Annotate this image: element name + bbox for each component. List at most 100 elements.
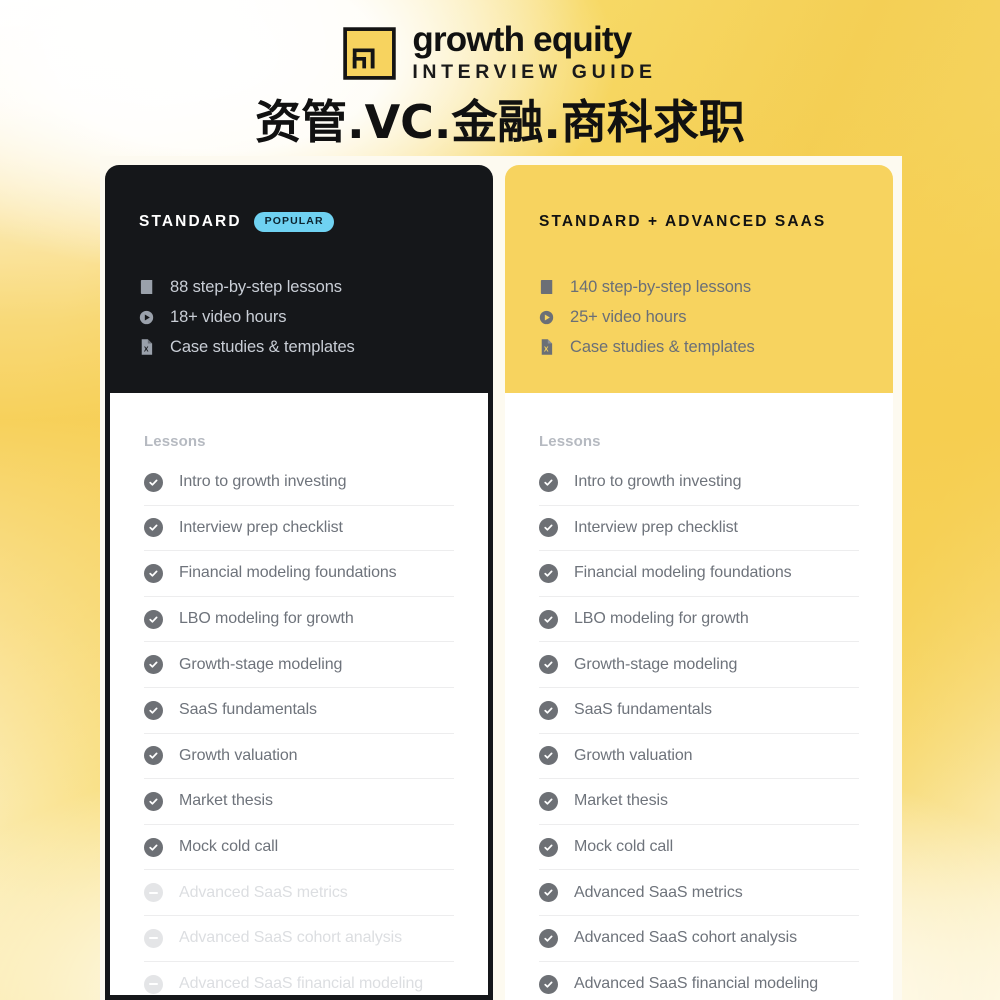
page-root: growth equity INTERVIEW GUIDE 资管.VC.金融.商… xyxy=(0,0,1000,1000)
lesson-row: Advanced SaaS metrics xyxy=(144,870,454,916)
lesson-label: Mock cold call xyxy=(179,838,279,856)
check-circle-icon xyxy=(539,609,558,629)
minus-circle-icon xyxy=(144,928,163,948)
lesson-label: Growth valuation xyxy=(574,746,693,764)
feature-row: 140 step-by-step lessons xyxy=(539,276,859,298)
check-circle-icon xyxy=(539,746,558,766)
lesson-label: Growth valuation xyxy=(179,746,298,764)
brand-wordmark: growth equity INTERVIEW GUIDE xyxy=(412,22,656,84)
check-circle-icon xyxy=(144,472,163,492)
lesson-label: Advanced SaaS financial modeling xyxy=(574,975,819,993)
lesson-row: SaaS fundamentals xyxy=(144,688,454,734)
brand-subtitle: INTERVIEW GUIDE xyxy=(412,61,657,83)
lesson-row: Growth-stage modeling xyxy=(144,642,454,688)
book-icon xyxy=(139,279,154,296)
lesson-row: Financial modeling foundations xyxy=(539,551,859,597)
lesson-label: LBO modeling for growth xyxy=(179,610,354,628)
spreadsheet-icon: X xyxy=(539,339,554,356)
check-circle-icon xyxy=(539,563,558,583)
minus-glyph xyxy=(149,983,158,986)
lesson-label: Market thesis xyxy=(574,792,668,810)
feature-label: 25+ video hours xyxy=(570,307,687,326)
feature-row: 18+ video hours xyxy=(139,306,459,328)
lessons-section-label: Lessons xyxy=(539,433,601,450)
plan-name-standard: STANDARD xyxy=(139,213,242,230)
lesson-label: Intro to growth investing xyxy=(574,473,742,491)
check-circle-icon xyxy=(144,791,163,811)
feature-label: 18+ video hours xyxy=(170,307,287,326)
check-circle-icon xyxy=(144,837,163,857)
lesson-row: Growth-stage modeling xyxy=(539,642,859,688)
lesson-label: Advanced SaaS financial modeling xyxy=(179,975,424,993)
check-circle-icon xyxy=(539,518,558,538)
check-circle-icon xyxy=(144,609,163,629)
plan-name-standard-advanced-saas: STANDARD + ADVANCED SAAS xyxy=(539,213,827,230)
lesson-row: Interview prep checklist xyxy=(539,506,859,552)
lesson-row: Advanced SaaS financial modeling xyxy=(539,962,859,1000)
lesson-label: Market thesis xyxy=(179,792,273,810)
check-circle-icon xyxy=(144,746,163,766)
lesson-label: SaaS fundamentals xyxy=(179,701,317,719)
check-circle-icon xyxy=(144,700,163,720)
feature-label: Case studies & templates xyxy=(170,337,355,356)
lesson-label: Interview prep checklist xyxy=(179,518,343,536)
lesson-row: Intro to growth investing xyxy=(539,460,859,506)
svg-text:X: X xyxy=(544,347,549,354)
lesson-row: Advanced SaaS cohort analysis xyxy=(144,916,454,962)
lesson-label: LBO modeling for growth xyxy=(574,610,749,628)
feature-row: X Case studies & templates xyxy=(539,336,859,358)
page-headline: 资管.VC.金融.商科求职 xyxy=(255,95,745,149)
lesson-row: Advanced SaaS financial modeling xyxy=(144,962,454,1000)
play-circle-icon xyxy=(539,309,554,326)
lesson-label: Financial modeling foundations xyxy=(574,564,792,582)
check-circle-icon xyxy=(144,518,163,538)
lessons-section-label: Lessons xyxy=(144,433,206,450)
plan-features-standard: 88 step-by-step lessons 18+ video hours … xyxy=(139,276,459,358)
feature-label: 88 step-by-step lessons xyxy=(170,277,342,296)
lesson-label: Growth-stage modeling xyxy=(574,655,738,673)
lesson-row: LBO modeling for growth xyxy=(144,597,454,643)
lesson-row: Market thesis xyxy=(144,779,454,825)
lesson-row: SaaS fundamentals xyxy=(539,688,859,734)
lesson-row: Interview prep checklist xyxy=(144,506,454,552)
check-circle-icon xyxy=(539,472,558,492)
feature-row: 25+ video hours xyxy=(539,306,859,328)
check-circle-icon xyxy=(539,700,558,720)
play-circle-icon xyxy=(139,309,154,326)
pricing-panel: STANDARD POPULAR 88 step-by-step lessons xyxy=(100,156,902,1000)
plan-header-standard-advanced-saas: STANDARD + ADVANCED SAAS 140 step-by-ste… xyxy=(505,165,893,393)
feature-row: 88 step-by-step lessons xyxy=(139,276,459,298)
lesson-row: Market thesis xyxy=(539,779,859,825)
lesson-label: Intro to growth investing xyxy=(179,473,347,491)
plan-card-standard[interactable]: STANDARD POPULAR 88 step-by-step lessons xyxy=(105,165,493,1000)
brand-title: growth equity xyxy=(412,20,632,59)
check-circle-icon xyxy=(539,974,558,994)
lesson-label: Growth-stage modeling xyxy=(179,655,343,673)
check-circle-icon xyxy=(144,655,163,675)
check-circle-icon xyxy=(539,883,558,903)
plan-title-row-standard: STANDARD POPULAR xyxy=(139,211,459,233)
plan-card-standard-advanced-saas[interactable]: STANDARD + ADVANCED SAAS 140 step-by-ste… xyxy=(505,165,893,1000)
minus-glyph xyxy=(149,891,158,894)
lesson-label: Advanced SaaS metrics xyxy=(179,883,348,901)
lesson-label: Advanced SaaS cohort analysis xyxy=(574,929,798,947)
check-circle-icon xyxy=(144,563,163,583)
minus-circle-icon xyxy=(144,974,163,994)
lesson-label: Advanced SaaS metrics xyxy=(574,883,743,901)
lesson-list-standard-advanced-saas: Intro to growth investing Interview prep … xyxy=(539,460,859,1000)
plan-header-standard: STANDARD POPULAR 88 step-by-step lessons xyxy=(105,165,493,393)
minus-circle-icon xyxy=(144,883,163,903)
lesson-row: Financial modeling foundations xyxy=(144,551,454,597)
lesson-row: Mock cold call xyxy=(144,825,454,871)
growth-equity-logo-mark xyxy=(343,26,397,80)
plan-lessons-standard: Lessons Intro to growth investing Intervi… xyxy=(110,393,488,995)
lesson-list-standard: Intro to growth investing Interview prep … xyxy=(144,460,454,1000)
check-circle-icon xyxy=(539,928,558,948)
lesson-label: SaaS fundamentals xyxy=(574,701,712,719)
check-circle-icon xyxy=(539,837,558,857)
feature-label: 140 step-by-step lessons xyxy=(570,277,752,296)
lesson-row: Advanced SaaS cohort analysis xyxy=(539,916,859,962)
spreadsheet-icon: X xyxy=(139,339,154,356)
status-badge-popular: POPULAR xyxy=(253,212,334,232)
minus-glyph xyxy=(149,937,158,940)
